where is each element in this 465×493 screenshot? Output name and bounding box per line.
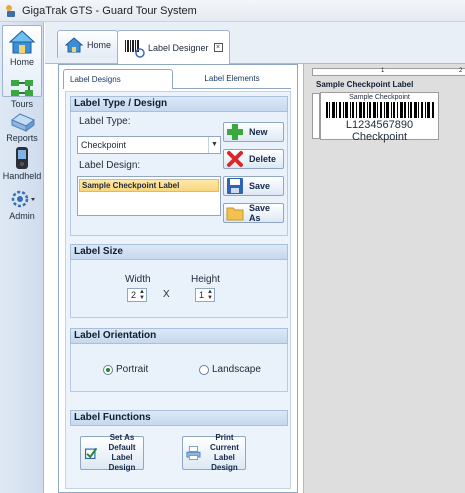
tab-label-designer-label: Label Designer xyxy=(148,42,209,53)
new-button[interactable]: New xyxy=(223,122,284,142)
stepper-arrows-icon[interactable]: ▲ ▼ xyxy=(207,289,213,301)
width-value: 2 xyxy=(131,290,137,300)
home-icon xyxy=(64,36,84,52)
preview-title: Sample Checkpoint Label xyxy=(316,80,414,89)
preview-label-code: L1234567890 xyxy=(345,119,414,131)
dropdown-arrow-icon xyxy=(31,198,35,201)
window-titlebar: GigaTrak GTS - Guard Tour System xyxy=(0,0,465,22)
size-separator: X xyxy=(163,289,170,300)
admin-gear-icon xyxy=(11,190,35,208)
nav-item-reports[interactable]: Reports xyxy=(0,112,44,143)
document-tab-bar: Home Label Designer × xyxy=(45,22,465,64)
tab-home[interactable]: Home xyxy=(57,30,119,58)
section-orientation: Portrait Landscape xyxy=(70,344,288,392)
width-stepper[interactable]: 2 ▲ ▼ xyxy=(127,288,147,302)
list-item-selected-design[interactable]: Sample Checkpoint Label xyxy=(79,179,219,192)
save-button[interactable]: Save xyxy=(223,176,284,196)
height-stepper[interactable]: 1 ▲ ▼ xyxy=(195,288,215,302)
plus-icon xyxy=(227,124,243,140)
ruler-mark: 1 xyxy=(381,68,385,74)
window-title: GigaTrak GTS - Guard Tour System xyxy=(22,4,197,17)
new-button-label: New xyxy=(249,127,268,137)
radio-selected-icon xyxy=(103,364,113,375)
label-preview-area: 1 2 Sample Checkpoint Label Sample Check… xyxy=(303,64,465,493)
print-current-design-button[interactable]: Print Current Label Design xyxy=(182,433,246,472)
designer-subtabs: Label Designs Label Elements xyxy=(63,69,293,89)
vertical-ruler xyxy=(312,93,320,139)
preview-label-type: Checkpoint xyxy=(351,131,408,143)
section-header-orientation: Label Orientation xyxy=(70,328,288,344)
portrait-radio[interactable]: Portrait xyxy=(103,364,148,375)
printer-icon xyxy=(186,445,201,461)
label-type-value: Checkpoint xyxy=(81,140,127,150)
home-icon xyxy=(8,30,36,54)
stepper-arrows-icon[interactable]: ▲ ▼ xyxy=(139,289,145,301)
ruler-mark-2: 2 xyxy=(459,68,463,74)
landscape-label: Landscape xyxy=(212,364,261,375)
designer-panel: Label Designs Label Elements Label Type … xyxy=(58,64,298,493)
save-button-label: Save xyxy=(249,181,271,191)
nav-item-tours[interactable]: Tours xyxy=(0,78,44,109)
horizontal-ruler: 1 2 xyxy=(312,68,465,76)
set-default-line2: Label Design xyxy=(108,453,136,472)
subtab-label-designs[interactable]: Label Designs xyxy=(63,69,173,89)
section-header-functions: Label Functions xyxy=(70,410,288,426)
subtab-label-elements[interactable]: Label Elements xyxy=(173,69,291,89)
checkbox-checked-icon xyxy=(84,447,98,460)
label-preview-card[interactable]: Sample Checkpoint L1234567890 Checkpoint xyxy=(320,92,439,143)
tab-home-label: Home xyxy=(87,39,112,50)
label-type-caption: Label Type: xyxy=(79,116,131,127)
radio-unselected-icon xyxy=(199,364,209,375)
tab-label-designer[interactable]: Label Designer × xyxy=(117,30,230,64)
print-line1: Print Current xyxy=(209,433,239,452)
save-as-button[interactable]: Save As xyxy=(223,203,284,223)
nav-label-home: Home xyxy=(9,57,34,67)
barcode-icon xyxy=(125,39,145,58)
nav-item-home[interactable]: Home xyxy=(0,28,44,67)
height-caption: Height xyxy=(191,274,220,285)
folder-icon xyxy=(226,207,244,221)
nav-label-handheld: Handheld xyxy=(2,171,42,181)
delete-x-icon xyxy=(227,151,243,167)
set-default-line1: Set As Default xyxy=(108,433,136,452)
nav-label-admin: Admin xyxy=(9,211,35,221)
width-caption: Width xyxy=(125,274,151,285)
set-default-design-button[interactable]: Set As Default Label Design xyxy=(80,433,144,472)
delete-button[interactable]: Delete xyxy=(223,149,284,169)
nav-label-reports: Reports xyxy=(6,133,38,143)
delete-button-label: Delete xyxy=(249,154,277,164)
tab-close-icon[interactable]: × xyxy=(213,43,223,52)
label-design-list[interactable]: Sample Checkpoint Label xyxy=(77,176,221,216)
handheld-icon xyxy=(16,147,28,169)
floppy-disk-icon xyxy=(227,178,243,194)
chevron-down-icon[interactable]: ▼ xyxy=(208,137,220,153)
label-type-dropdown[interactable]: Checkpoint ▼ xyxy=(77,136,221,154)
app-logo-icon xyxy=(6,4,15,17)
reports-icon xyxy=(11,113,35,132)
left-navigation: Home Tours Reports Handheld Admin xyxy=(0,22,44,493)
section-functions: Set As Default Label Design Print Curren… xyxy=(70,426,288,480)
portrait-label: Portrait xyxy=(116,364,149,375)
nav-item-admin[interactable]: Admin xyxy=(0,188,44,221)
barcode-graphic xyxy=(325,102,434,118)
nav-item-handheld[interactable]: Handheld xyxy=(0,146,44,181)
designer-content: Label Type / Design Label Type: Checkpoi… xyxy=(65,91,291,489)
nav-label-tours: Tours xyxy=(10,99,33,109)
save-as-button-label: Save As xyxy=(249,203,271,223)
section-header-type-design: Label Type / Design xyxy=(70,96,288,112)
section-size: Width Height 2 ▲ ▼ X 1 ▲ ▼ xyxy=(70,260,288,318)
tours-icon xyxy=(11,80,33,96)
landscape-radio[interactable]: Landscape xyxy=(199,364,261,375)
label-design-caption: Label Design: xyxy=(79,160,141,171)
preview-label-name: Sample Checkpoint xyxy=(349,94,410,101)
print-line2: Label Design xyxy=(211,453,238,472)
section-header-size: Label Size xyxy=(70,244,288,260)
section-type-design: Label Type: Checkpoint ▼ Label Design: S… xyxy=(70,112,288,236)
height-value: 1 xyxy=(199,290,205,300)
